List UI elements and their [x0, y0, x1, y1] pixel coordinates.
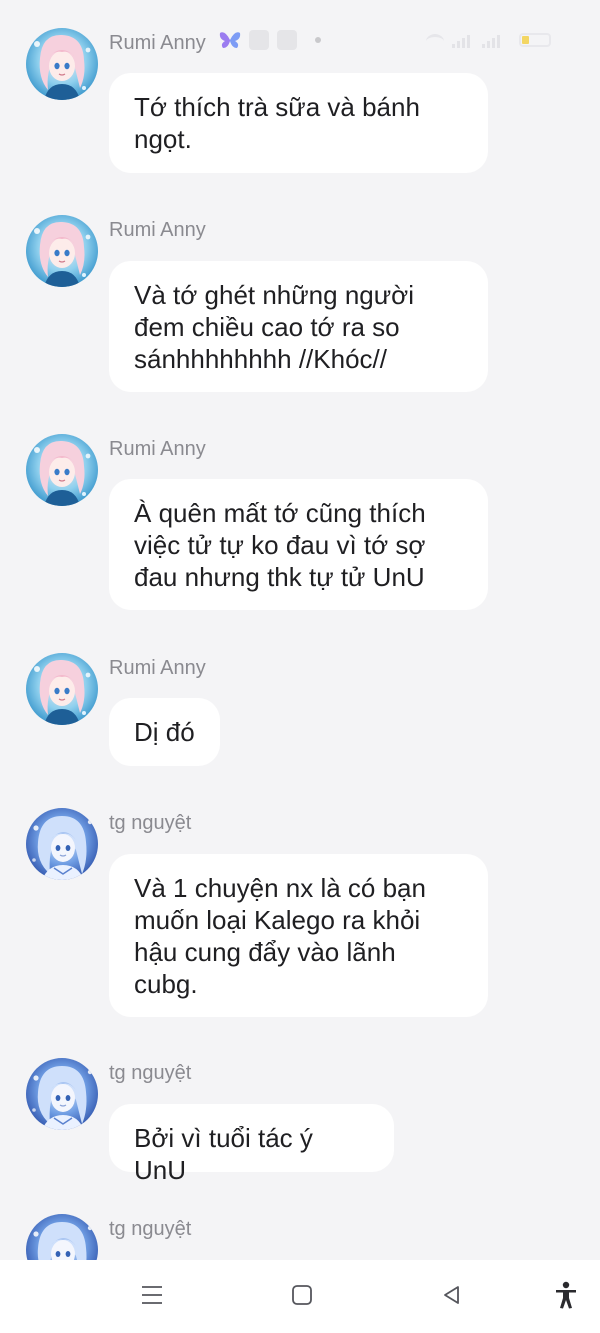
sender-name: Rumi Anny — [109, 657, 206, 679]
sender-name: Rumi Anny — [109, 219, 206, 241]
status-bar — [0, 0, 600, 56]
blue-hair-anime-girl-avatar[interactable] — [26, 1058, 98, 1130]
wifi-icon — [426, 34, 444, 49]
notification-app-icon — [277, 30, 297, 50]
sender-name: tg nguyệt — [109, 1062, 192, 1084]
butterfly-icon — [219, 30, 241, 50]
sender-name: Rumi Anny — [109, 438, 206, 460]
message-bubble[interactable]: Bởi vì tuổi tác ý UnU — [109, 1104, 394, 1185]
navigation-bar — [0, 1260, 600, 1333]
signal-icon — [452, 34, 470, 48]
message-bubble[interactable]: Tớ thích trà sữa và bánh ngọt. — [109, 73, 488, 173]
menu-icon[interactable] — [137, 1280, 167, 1310]
chat-area[interactable]: Rumi Anny Tớ thích trà sữa và bánh ngọt.… — [0, 0, 600, 1260]
pink-hair-anime-girl-avatar[interactable] — [26, 215, 98, 287]
notification-app-icon — [249, 30, 269, 50]
notification-dot-icon — [315, 37, 321, 43]
battery-icon — [519, 33, 551, 47]
sender-name: tg nguyệt — [109, 812, 192, 834]
blue-hair-anime-girl-avatar[interactable] — [26, 808, 98, 880]
accessibility-icon[interactable] — [551, 1280, 581, 1310]
pink-hair-anime-girl-avatar[interactable] — [26, 653, 98, 725]
message-bubble[interactable]: Và 1 chuyện nx là có bạn muốn loại Kaleg… — [109, 854, 488, 1017]
blue-hair-anime-girl-avatar[interactable] — [26, 1214, 98, 1260]
message-bubble[interactable]: Và tớ ghét những người đem chiều cao tớ … — [109, 261, 488, 392]
pink-hair-anime-girl-avatar[interactable] — [26, 434, 98, 506]
signal-icon — [482, 34, 500, 48]
sender-name: tg nguyệt — [109, 1218, 192, 1240]
back-triangle-icon[interactable] — [437, 1280, 467, 1310]
message-bubble[interactable]: À quên mất tớ cũng thích việc tử tự ko đ… — [109, 479, 488, 610]
message-bubble[interactable]: Dị đó — [109, 698, 220, 766]
home-square-icon[interactable] — [287, 1280, 317, 1310]
